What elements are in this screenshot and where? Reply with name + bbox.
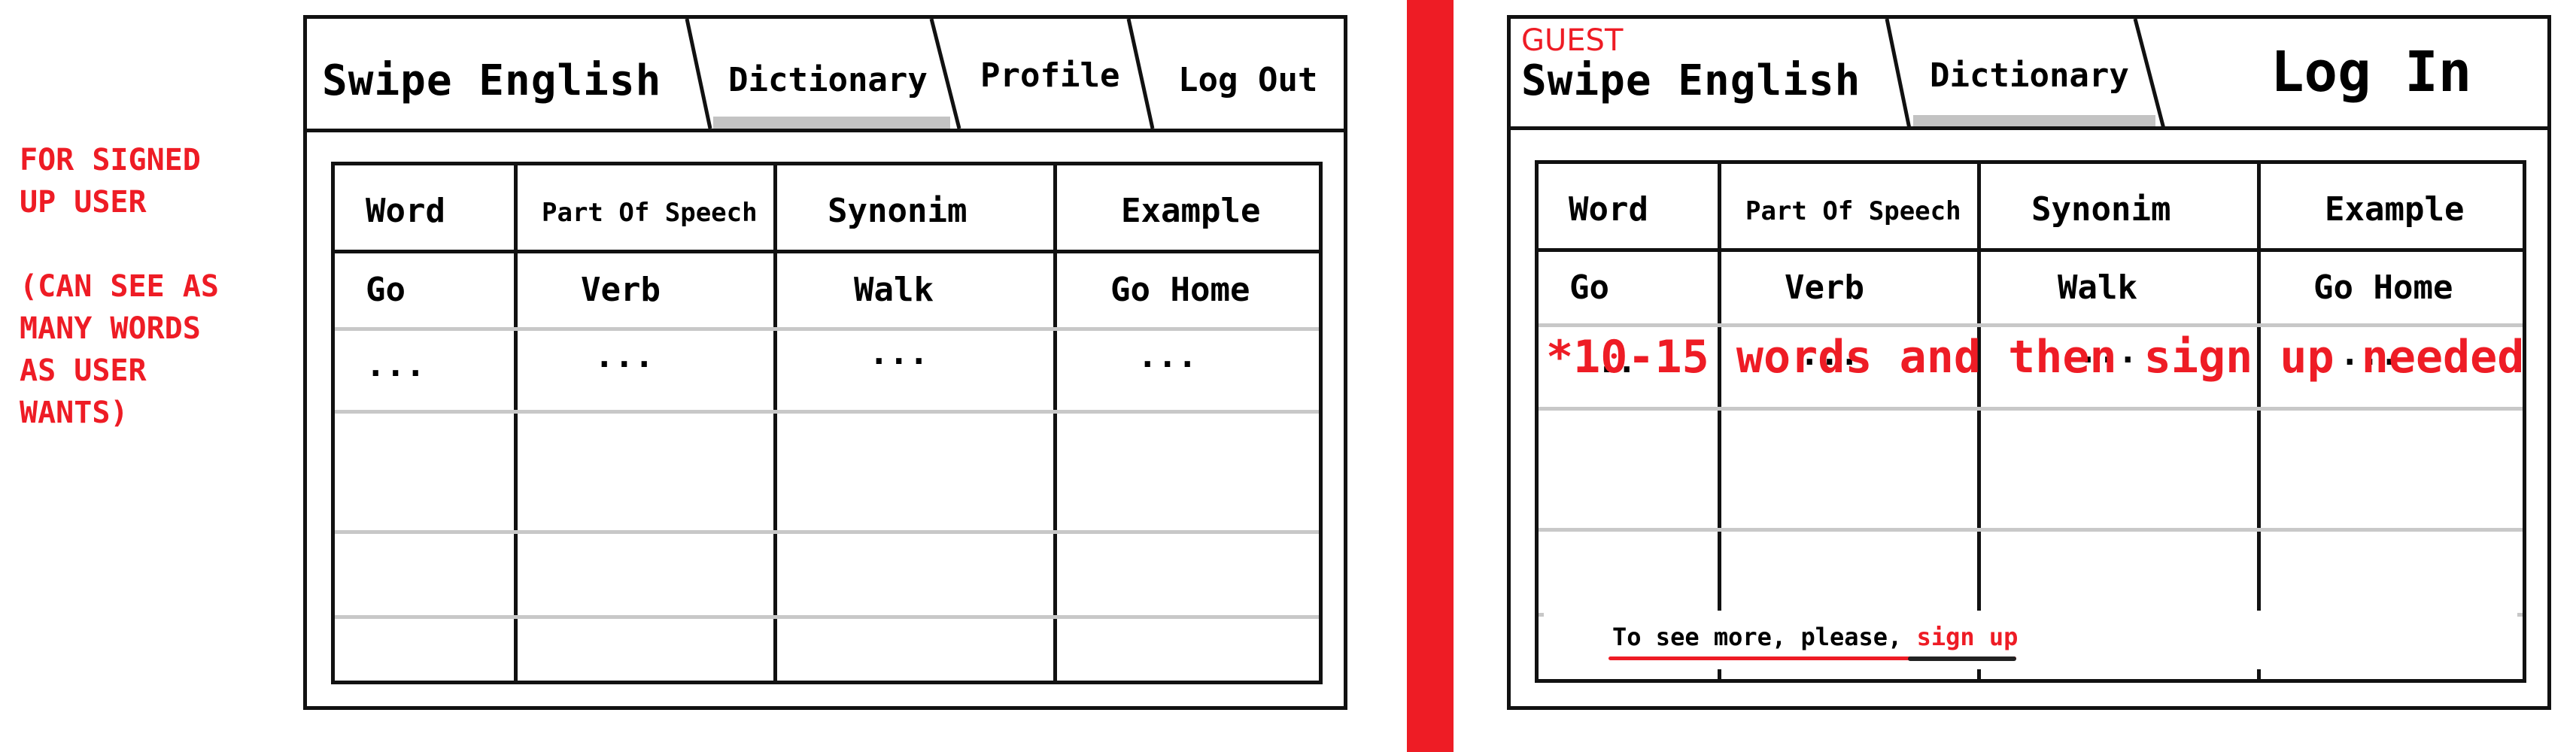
table-row-divider bbox=[1539, 407, 2523, 411]
cell-word[interactable]: Go bbox=[366, 271, 406, 309]
cell-part-of-speech[interactable]: Verb bbox=[581, 271, 661, 309]
table-col-divider bbox=[773, 165, 777, 684]
table-col-divider bbox=[1053, 165, 1057, 684]
cell-word[interactable]: Go bbox=[1569, 268, 1609, 307]
cell-ellipsis: ... bbox=[594, 337, 655, 375]
header-part-of-speech: Part Of Speech bbox=[1745, 196, 1961, 226]
log-in-button[interactable]: Log In bbox=[2271, 40, 2471, 105]
cell-ellipsis: ... bbox=[869, 334, 929, 372]
table-row-divider bbox=[335, 530, 1319, 534]
cell-ellipsis: ... bbox=[366, 346, 426, 384]
header-word: Word bbox=[366, 192, 445, 230]
sign-up-link[interactable]: sign up bbox=[1917, 623, 2019, 651]
cell-synonym[interactable]: Walk bbox=[2058, 268, 2137, 307]
cell-example[interactable]: Go Home bbox=[1110, 271, 1250, 309]
table-row-divider bbox=[335, 615, 1319, 619]
table-col-divider bbox=[514, 165, 518, 684]
header-divider bbox=[307, 129, 1344, 132]
dictionary-table bbox=[1535, 160, 2526, 683]
cell-synonym[interactable]: Walk bbox=[854, 271, 934, 309]
table-header-divider bbox=[1539, 248, 2523, 252]
table-row-divider bbox=[1539, 528, 2523, 532]
header-word: Word bbox=[1569, 190, 1648, 229]
sign-up-link-underline bbox=[1908, 656, 2016, 661]
table-row-divider bbox=[1539, 323, 2523, 327]
header-divider bbox=[1511, 126, 2547, 130]
table-col-divider bbox=[2257, 164, 2261, 683]
tab-dictionary[interactable]: Dictionary bbox=[1930, 56, 2129, 95]
active-tab-indicator bbox=[1913, 115, 2155, 127]
header-synonim: Synonim bbox=[828, 192, 968, 230]
cell-part-of-speech[interactable]: Verb bbox=[1785, 268, 1864, 307]
header-synonim: Synonim bbox=[2031, 190, 2171, 229]
cell-ellipsis: ... bbox=[1138, 337, 1198, 375]
word-limit-note: *10-15 words and then sign up needed bbox=[1546, 331, 2525, 384]
sign-up-prompt: To see more, please, sign up bbox=[1612, 623, 2018, 651]
table-row-divider bbox=[335, 410, 1319, 414]
table-col-divider bbox=[1718, 164, 1721, 683]
header-part-of-speech: Part Of Speech bbox=[542, 198, 758, 228]
table-header-divider bbox=[335, 250, 1319, 253]
table-col-divider bbox=[1977, 164, 1981, 683]
header-example: Example bbox=[1121, 192, 1261, 230]
tab-log-out[interactable]: Log Out bbox=[1178, 61, 1317, 99]
sign-up-prompt-text: To see more, please, bbox=[1612, 623, 1917, 651]
header-example: Example bbox=[2325, 190, 2465, 229]
cell-example[interactable]: Go Home bbox=[2313, 268, 2453, 307]
dictionary-table bbox=[331, 162, 1323, 684]
tab-profile[interactable]: Profile bbox=[980, 56, 1119, 95]
table-row-divider bbox=[335, 327, 1319, 331]
tab-dictionary[interactable]: Dictionary bbox=[728, 61, 928, 99]
active-tab-indicator bbox=[713, 117, 950, 129]
views-divider bbox=[1407, 0, 1454, 752]
signed-up-user-note: FOR SIGNED UP USER (CAN SEE AS MANY WORD… bbox=[20, 143, 219, 430]
